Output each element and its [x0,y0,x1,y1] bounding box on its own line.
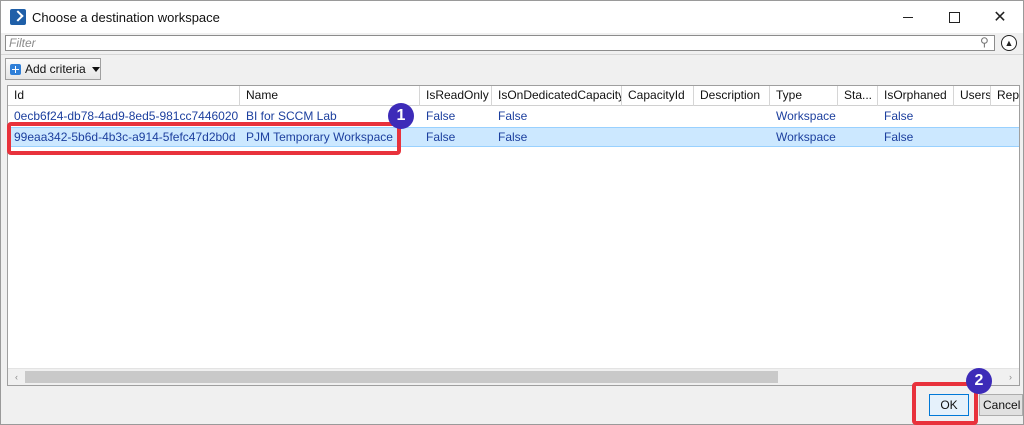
column-header-type[interactable]: Type [770,86,838,106]
dialog-window: Choose a destination workspace ✕ ⚲ ▲ Add… [0,0,1024,425]
plus-icon [10,63,21,75]
cell-type: Workspace [776,109,836,123]
column-header-isorphaned[interactable]: IsOrphaned [878,86,954,106]
cancel-button[interactable]: Cancel [979,394,1023,416]
cell-isreadonly: False [426,109,456,123]
cell-isondedicatedcapacity: False [498,130,528,144]
cell-capacityid [622,128,694,146]
cell-rep [991,107,1019,127]
column-header-capacityid[interactable]: CapacityId [622,86,694,106]
scrollbar-thumb[interactable] [25,371,778,383]
column-header-users[interactable]: Users [954,86,991,106]
minimize-button[interactable] [885,1,931,33]
cell-isorphaned: False [884,109,914,123]
cell-users [954,128,991,146]
powershell-icon [10,9,26,25]
column-header-isreadonly[interactable]: IsReadOnly [420,86,492,106]
add-criteria-button[interactable]: Add criteria [5,58,101,80]
cell-isondedicatedcapacity: False [498,109,528,123]
annotation-highlight-row [7,122,401,155]
column-header-isondedicatedcapacity[interactable]: IsOnDedicatedCapacity [492,86,622,106]
maximize-button[interactable] [931,1,977,33]
column-header-name[interactable]: Name [240,86,420,106]
column-header-id[interactable]: Id [8,86,240,106]
close-button[interactable]: ✕ [977,1,1023,33]
cell-isorphaned: False [884,130,914,144]
cell-users [954,107,991,127]
title-bar: Choose a destination workspace ✕ [1,1,1023,33]
step-badge-2: 2 [966,368,992,394]
cell-rep [991,128,1019,146]
column-header-state[interactable]: Sta... [838,86,878,106]
divider [1,54,1023,55]
scroll-left-icon[interactable]: ‹ [8,369,25,385]
column-header-rep[interactable]: Rep [991,86,1019,106]
window-controls: ✕ [885,1,1023,33]
cell-description [694,128,770,146]
cell-capacityid [622,107,694,127]
cell-description [694,107,770,127]
window-title: Choose a destination workspace [32,9,220,25]
cell-isreadonly: False [426,130,456,144]
collapse-filter-button[interactable]: ▲ [1001,35,1017,51]
cell-type: Workspace [776,130,836,144]
filter-bar: ⚲ ▲ [5,34,1021,52]
scroll-right-icon[interactable]: › [1002,369,1019,385]
add-criteria-label: Add criteria [25,62,86,76]
chevron-down-icon [91,66,100,72]
cell-state [838,128,878,146]
filter-input[interactable] [5,35,995,51]
step-badge-1: 1 [388,103,414,129]
column-header-description[interactable]: Description [694,86,770,106]
cell-state [838,107,878,127]
horizontal-scrollbar[interactable]: ‹ › [8,368,1019,385]
grid-header: Id Name IsReadOnly IsOnDedicatedCapacity… [8,86,1019,106]
search-icon: ⚲ [980,35,989,49]
